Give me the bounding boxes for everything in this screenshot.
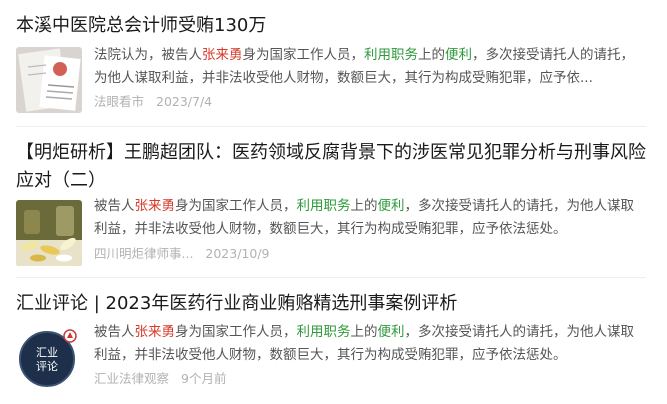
highlighted-name: 张来勇 <box>202 47 243 63</box>
highlighted-term: 便利 <box>445 47 472 63</box>
result-date: 2023/7/4 <box>156 94 213 109</box>
result-source[interactable]: 法眼看市 <box>94 94 144 109</box>
snippet-text: 身为国家工作人员， <box>242 47 365 63</box>
snippet-text: 被告人 <box>94 324 135 340</box>
result-thumbnail[interactable] <box>16 47 82 113</box>
result-title[interactable]: 【明炬研析】王鹏超团队：医药领域反腐背景下的涉医常见犯罪分析与刑事风险应对（二） <box>16 139 646 195</box>
highlighted-term: 便利 <box>377 324 405 340</box>
document-photo-icon <box>16 47 82 113</box>
snippet-text: 身为国家工作人员， <box>175 324 297 340</box>
thumb-text-line2: 评论 <box>36 359 58 373</box>
result-thumbnail[interactable] <box>16 200 82 266</box>
result-title[interactable]: 本溪中医院总会计师受贿130万 <box>16 12 646 40</box>
result-item[interactable]: 本溪中医院总会计师受贿130万 法院认为，被告人张来勇身为国家工作人员，利用职务… <box>0 0 667 126</box>
thumb-text-line1: 汇业 <box>36 346 58 359</box>
snippet-text: 被告人 <box>94 198 135 214</box>
result-meta: 法眼看市 2023/7/4 <box>94 93 220 111</box>
result-date: 2023/10/9 <box>205 246 270 261</box>
pills-photo-icon <box>16 200 82 266</box>
result-item[interactable]: 【明炬研析】王鹏超团队：医药领域反腐背景下的涉医常见犯罪分析与刑事风险应对（二）… <box>0 127 667 276</box>
result-item[interactable]: 汇业评论 | 2023年医药行业商业贿赂精选刑事案例评析 汇业 评论 被告人张来… <box>0 278 667 404</box>
result-date: 9个月前 <box>181 371 227 386</box>
result-meta: 汇业法律观察 9个月前 <box>94 370 234 388</box>
snippet-text: 上的 <box>350 198 378 214</box>
highlighted-term: 利用职务 <box>296 198 351 214</box>
result-snippet: 被告人张来勇身为国家工作人员，利用职务上的便利，多次接受请托人的请托，为他人谋取… <box>94 321 642 367</box>
highlighted-term: 利用职务 <box>296 324 351 340</box>
result-meta: 四川明炬律师事... 2023/10/9 <box>94 245 278 263</box>
result-snippet: 法院认为，被告人张来勇身为国家工作人员，利用职务上的便利，多次接受请托人的请托，… <box>94 44 642 90</box>
result-thumbnail[interactable]: 汇业 评论 <box>16 324 82 390</box>
snippet-text: 上的 <box>418 47 445 63</box>
result-source[interactable]: 汇业法律观察 <box>94 371 169 386</box>
huiye-logo-icon: 汇业 评论 <box>16 324 82 390</box>
highlighted-term: 利用职务 <box>364 47 418 63</box>
search-results-list: 本溪中医院总会计师受贿130万 法院认为，被告人张来勇身为国家工作人员，利用职务… <box>0 0 667 404</box>
result-snippet: 被告人张来勇身为国家工作人员，利用职务上的便利，多次接受请托人的请托，为他人谋取… <box>94 195 642 241</box>
snippet-text: 法院认为，被告人 <box>94 47 202 63</box>
snippet-text: 上的 <box>350 324 378 340</box>
result-source[interactable]: 四川明炬律师事... <box>94 246 193 261</box>
highlighted-name: 张来勇 <box>134 324 176 340</box>
highlighted-term: 便利 <box>377 198 405 214</box>
highlighted-name: 张来勇 <box>134 198 176 214</box>
snippet-text: 身为国家工作人员， <box>175 198 297 214</box>
result-title[interactable]: 汇业评论 | 2023年医药行业商业贿赂精选刑事案例评析 <box>16 290 646 318</box>
